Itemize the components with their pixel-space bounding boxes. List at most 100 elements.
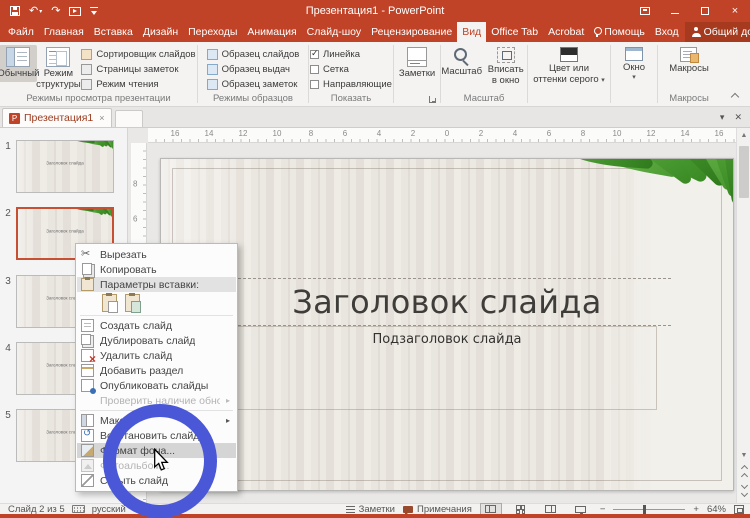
tab-design[interactable]: Дизайн — [138, 22, 183, 42]
tab-slideshow[interactable]: Слайд-шоу — [302, 22, 366, 42]
redo-icon[interactable]: ↷ — [51, 4, 60, 18]
slide-master-button[interactable]: Образец слайдов — [205, 47, 302, 61]
ruler-number: 14 — [681, 129, 690, 138]
ruler-checkbox[interactable]: Линейка — [310, 47, 360, 61]
menu-item-duplicate-slide[interactable]: Дублировать слайд — [77, 333, 236, 348]
scroll-up-icon[interactable]: ▲ — [737, 128, 750, 142]
zoom-in-button[interactable]: + — [693, 504, 699, 515]
leaf-decoration — [79, 140, 114, 175]
start-presentation-icon[interactable] — [69, 4, 81, 18]
tab-office-tab[interactable]: Office Tab — [486, 22, 543, 42]
slide-subtitle[interactable]: Подзаголовок слайда — [161, 332, 733, 347]
tab-animations[interactable]: Анимация — [242, 22, 301, 42]
tab-home[interactable]: Главная — [39, 22, 89, 42]
tab-view[interactable]: Вид — [457, 22, 486, 42]
customize-qat-icon[interactable] — [90, 4, 98, 18]
menu-item-copy[interactable]: Копировать — [77, 262, 236, 277]
ruler-number: 4 — [513, 129, 517, 138]
zoom-slider[interactable] — [613, 505, 685, 514]
thumbnail-number: 2 — [0, 207, 16, 260]
outline-view-button[interactable]: Режим структуры — [39, 45, 77, 92]
collapse-ribbon-icon[interactable] — [731, 93, 739, 101]
menu-item-publish-slides[interactable]: Опубликовать слайды — [77, 378, 236, 393]
tab-help[interactable]: Помощь — [589, 22, 650, 42]
thumbnail-image[interactable]: Заголовок слайда — [16, 140, 114, 193]
tab-transitions[interactable]: Переходы — [183, 22, 242, 42]
group-label: Масштаб — [441, 92, 527, 106]
normal-view-button[interactable]: Обычный — [0, 45, 37, 82]
fit-to-window-button[interactable]: Вписать в окно — [484, 45, 527, 88]
slide-sorter-button[interactable]: Сортировщик слайдов — [79, 47, 197, 61]
next-slide-icon[interactable] — [737, 484, 750, 498]
handout-master-button[interactable]: Образец выдач — [205, 62, 302, 76]
comments-toggle-button[interactable]: Примечания — [403, 504, 472, 515]
slide-canvas[interactable]: Заголовок слайда Подзаголовок слайда — [160, 158, 734, 491]
slide-thumbnail-1[interactable]: 1Заголовок слайда — [0, 140, 128, 193]
tab-share[interactable]: Общий доступ — [685, 22, 750, 42]
scroll-down-icon[interactable]: ▼ — [737, 448, 750, 462]
maximize-icon[interactable] — [690, 0, 720, 22]
zoom-button[interactable]: Масштаб — [441, 45, 482, 80]
reading-view-button[interactable]: Режим чтения — [79, 77, 197, 91]
format-background-icon — [81, 444, 94, 457]
macros-button[interactable]: Макросы — [666, 45, 712, 77]
tab-label: Помощь — [604, 26, 645, 38]
zoom-slider-thumb[interactable] — [643, 505, 646, 514]
duplicate-slide-icon — [81, 334, 94, 347]
close-document-icon[interactable]: ✕ — [734, 112, 742, 123]
save-icon[interactable] — [10, 4, 20, 18]
menu-item-paste-options-header[interactable]: Параметры вставки: — [77, 277, 236, 292]
menu-item-new-slide[interactable]: Создать слайд — [77, 318, 236, 333]
window-button[interactable]: Окно ▾ — [615, 45, 653, 83]
language-indicator[interactable]: русский — [92, 504, 126, 515]
close-icon[interactable]: × — [720, 0, 750, 22]
vertical-scrollbar[interactable]: ▲ ▼ — [736, 128, 750, 503]
fit-to-window-icon — [497, 47, 515, 63]
guides-checkbox[interactable]: Направляющие — [310, 77, 392, 91]
ruler-number: 0 — [445, 129, 449, 138]
zoom-level[interactable]: 64% — [707, 504, 726, 515]
new-tab-stub[interactable] — [115, 110, 143, 127]
ruler-number: 10 — [613, 129, 622, 138]
tab-signin[interactable]: Вход — [650, 22, 684, 42]
button-label: Образец слайдов — [222, 49, 300, 60]
tab-label: Общий доступ — [704, 26, 750, 38]
notes-master-button[interactable]: Образец заметок — [205, 77, 302, 91]
tab-list-icon[interactable]: ▾ — [720, 112, 725, 123]
paste-keep-source-formatting-icon[interactable] — [102, 294, 117, 312]
previous-slide-icon[interactable] — [737, 464, 750, 478]
tab-file[interactable]: Файл — [3, 22, 39, 42]
scrollbar-thumb[interactable] — [739, 146, 749, 198]
keyboard-language-icon[interactable] — [72, 505, 85, 513]
menu-item-add-section[interactable]: Добавить раздел — [77, 363, 236, 378]
tab-insert[interactable]: Вставка — [89, 22, 138, 42]
button-label: Образец заметок — [222, 79, 298, 90]
dialog-launcher-icon[interactable] — [429, 96, 436, 103]
undo-icon[interactable]: ↶▾ — [29, 4, 42, 18]
tab-review[interactable]: Рецензирование — [366, 22, 457, 42]
ribbon-tab-bar: ФайлГлавнаяВставкаДизайнПереходыАнимация… — [0, 22, 750, 42]
gridlines-checkbox[interactable]: Сетка — [310, 62, 349, 76]
fit-slide-to-window-icon[interactable] — [734, 505, 744, 514]
menu-item-cut[interactable]: Вырезать — [77, 247, 236, 262]
menu-item-delete-slide[interactable]: Удалить слайд — [77, 348, 236, 363]
notes-button[interactable]: Заметки — [396, 45, 438, 82]
notes-toggle-button[interactable]: Заметки — [346, 504, 395, 515]
notes-page-button[interactable]: Страницы заметок — [79, 62, 197, 76]
close-tab-icon[interactable]: × — [99, 113, 104, 123]
ruler-number: 8 — [581, 129, 585, 138]
zoom-out-button[interactable]: − — [600, 504, 606, 515]
checkbox-icon — [310, 65, 319, 74]
paste-as-picture-icon[interactable] — [125, 294, 140, 312]
ribbon-display-options-icon[interactable] — [630, 0, 660, 22]
photo-album-icon — [81, 459, 94, 472]
ruler-number: 8 — [133, 180, 137, 189]
tab-acrobat[interactable]: Acrobat — [543, 22, 589, 42]
color-grayscale-button[interactable]: Цвет или оттенки серого ▾ — [528, 45, 610, 87]
document-tab[interactable]: P Презентация1 × — [2, 108, 112, 127]
minimize-icon[interactable] — [660, 0, 690, 22]
reading-view-button-icon — [81, 79, 92, 90]
horizontal-ruler[interactable]: 1614121086420246810121416 — [148, 128, 736, 143]
slide-title[interactable]: Заголовок слайда — [161, 283, 733, 321]
paste-options-row — [77, 292, 236, 313]
